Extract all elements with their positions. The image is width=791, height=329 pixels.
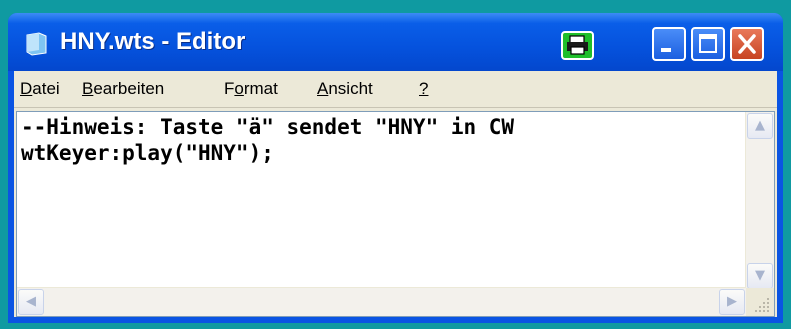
text-area[interactable]: --Hinweis: Taste "ä" sendet "HNY" in CW … [16, 111, 775, 317]
resize-grip-icon[interactable] [746, 288, 774, 316]
scroll-left-button[interactable]: ◀ [18, 289, 44, 315]
menu-format-pre: F [224, 79, 235, 98]
horizontal-scrollbar[interactable]: ◀ ▶ [17, 287, 746, 316]
scroll-down-button[interactable]: ▼ [747, 263, 773, 289]
notepad-icon [26, 32, 47, 56]
vertical-scrollbar[interactable]: ▲ ▼ [745, 112, 774, 290]
editor-window: HNY.wts - Editor Datei Bearbeiten Format… [8, 13, 783, 323]
menu-format-accel: o [234, 79, 244, 98]
menu-bar: Datei Bearbeiten Format Ansicht ? [14, 71, 777, 108]
close-icon [738, 34, 756, 54]
printer-icon[interactable] [561, 31, 594, 60]
minimize-button[interactable] [652, 27, 686, 61]
menu-help-accel: ? [419, 79, 429, 98]
menu-bearbeiten-accel: B [82, 79, 94, 98]
arrow-down-icon: ▼ [755, 268, 765, 283]
text-line: wtKeyer:play("HNY"); [21, 141, 274, 165]
menu-ansicht-accel: A [317, 79, 329, 98]
text-line: --Hinweis: Taste "ä" sendet "HNY" in CW [21, 115, 515, 139]
arrow-left-icon: ◀ [26, 294, 36, 309]
arrow-up-icon: ▲ [755, 118, 765, 133]
close-button[interactable] [730, 27, 764, 61]
menu-format-label: rmat [243, 79, 278, 98]
menu-format[interactable]: Format [224, 78, 278, 100]
arrow-right-icon: ▶ [727, 294, 737, 309]
menu-help[interactable]: ? [419, 78, 428, 100]
scroll-up-button[interactable]: ▲ [747, 113, 773, 139]
menu-datei-accel: D [20, 79, 33, 98]
title-bar[interactable]: HNY.wts - Editor [8, 13, 783, 71]
menu-bearbeiten-label: earbeiten [93, 79, 165, 98]
maximize-button[interactable] [691, 27, 725, 61]
window-body: Datei Bearbeiten Format Ansicht ? --Hinw… [14, 71, 777, 317]
menu-ansicht[interactable]: Ansicht [317, 78, 373, 100]
menu-datei-label: atei [32, 79, 60, 98]
scroll-right-button[interactable]: ▶ [719, 289, 745, 315]
window-title: HNY.wts - Editor [60, 28, 246, 55]
maximize-icon [699, 34, 717, 53]
menu-ansicht-label: nsicht [328, 79, 373, 98]
menu-datei[interactable]: Datei [20, 78, 60, 100]
menu-bearbeiten[interactable]: Bearbeiten [82, 78, 164, 100]
minimize-icon [661, 48, 671, 52]
